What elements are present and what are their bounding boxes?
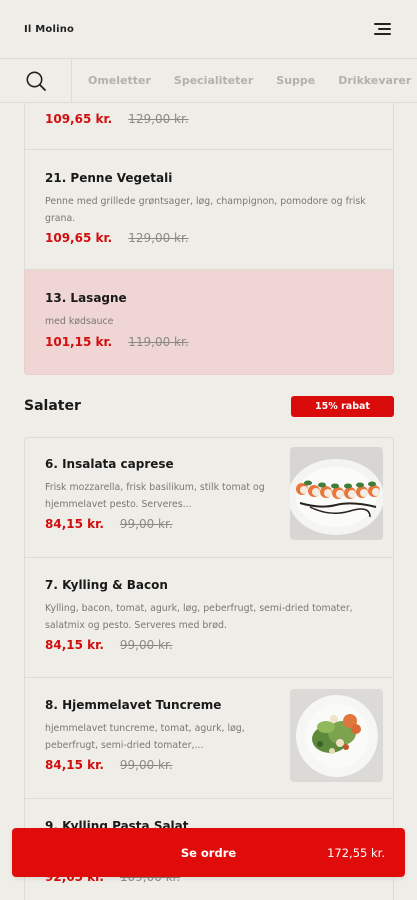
item-price: 109,65 kr. [45, 231, 113, 245]
menu-item-card-selected[interactable]: 13. Lasagne med kødsauce 101,15 kr. 119,… [24, 270, 394, 375]
item-old-price: 99,00 kr. [119, 638, 173, 652]
item-price: 84,15 kr. [45, 638, 104, 652]
item-name: 7. Kylling & Bacon [45, 578, 168, 592]
section-header-salater: Salater 15% rabat [24, 375, 394, 437]
item-name: 21. Penne Vegetali [45, 171, 173, 185]
item-description: Penne med grillede grøntsager, løg, cham… [45, 196, 366, 224]
item-name: 13. Lasagne [45, 291, 127, 305]
menu-list[interactable]: 109,65 kr. 129,00 kr. 21. Penne Vegetali… [24, 103, 394, 900]
tuna-salad-image [290, 689, 383, 782]
discount-badge: 15% rabat [291, 395, 394, 417]
hamburger-menu-icon[interactable] [371, 22, 391, 36]
price-row: 109,65 kr. 129,00 kr. [45, 112, 373, 126]
menu-item-card[interactable]: 8. Hjemmelavet Tuncreme hjemmelavet tunc… [24, 678, 394, 799]
category-tab-drikkevarer[interactable]: Drikkevarer [338, 74, 411, 87]
item-price: 109,65 kr. [45, 112, 113, 126]
menu-item-card[interactable]: 21. Penne Vegetali Penne med grillede gr… [24, 150, 394, 270]
item-price: 84,15 kr. [45, 758, 104, 772]
price-row: 101,15 kr. 119,00 kr. [45, 335, 373, 349]
category-tab-omeletter[interactable]: Omeletter [88, 74, 151, 87]
item-description: Frisk mozzarella, frisk basilikum, stilk… [45, 482, 265, 510]
item-description: Kylling, bacon, tomat, agurk, løg, peber… [45, 603, 353, 631]
menu-item-card[interactable]: 7. Kylling & Bacon Kylling, bacon, tomat… [24, 558, 394, 678]
item-description: med kødsauce [45, 316, 114, 327]
menu-item-card[interactable]: 109,65 kr. 129,00 kr. [24, 103, 394, 150]
item-old-price: 129,00 kr. [128, 231, 189, 245]
item-old-price: 99,00 kr. [119, 758, 173, 772]
view-order-button[interactable]: Se ordre 172,55 kr. [12, 828, 405, 877]
logo[interactable]: Il Molino [24, 24, 74, 35]
menu-item-card[interactable]: 6. Insalata caprese Frisk mozzarella, fr… [24, 437, 394, 558]
category-nav: Omeletter Specialiteter Suppe Drikkevare… [0, 58, 417, 103]
item-old-price: 129,00 kr. [128, 112, 189, 126]
app-header: Il Molino [0, 0, 417, 58]
price-row: 84,15 kr. 99,00 kr. [45, 638, 373, 652]
order-total: 172,55 kr. [327, 845, 385, 860]
item-price: 84,15 kr. [45, 517, 104, 531]
category-tab-suppe[interactable]: Suppe [276, 74, 315, 87]
item-old-price: 119,00 kr. [128, 334, 189, 349]
section-title: Salater [24, 398, 81, 414]
caprese-salad-image [290, 447, 383, 540]
item-price: 101,15 kr. [45, 334, 113, 349]
item-old-price: 99,00 kr. [119, 517, 173, 531]
item-description: hjemmelavet tuncreme, tomat, agurk, løg,… [45, 723, 245, 751]
search-icon [26, 71, 46, 91]
search-button[interactable] [0, 59, 72, 102]
category-tab-specialiteter[interactable]: Specialiteter [174, 74, 253, 87]
price-row: 109,65 kr. 129,00 kr. [45, 231, 373, 245]
